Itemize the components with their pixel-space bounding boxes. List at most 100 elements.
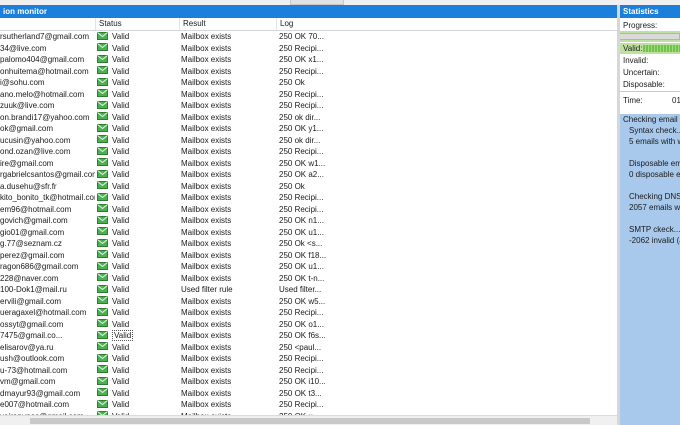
row-email: u-73@hotmail.com <box>0 365 68 375</box>
column-email-header[interactable] <box>0 18 95 30</box>
statistics-log-line: SMTP ckeck... <box>629 225 680 234</box>
table-row[interactable]: elisarov@ya.ru Valid Mailbox exists 250 <pa… <box>0 342 617 354</box>
row-status-text: Valid <box>112 204 130 214</box>
envelope-check-icon <box>97 319 108 328</box>
envelope-check-icon <box>97 112 108 121</box>
envelope-check-icon <box>97 158 108 167</box>
table-row[interactable]: gio01@gmail.com Valid Mailbox exists 250 OK… <box>0 227 617 239</box>
horizontal-scrollbar[interactable] <box>0 415 617 425</box>
row-email: em96@hotmail.com <box>0 204 72 214</box>
row-status: Valid <box>97 31 177 43</box>
row-email: ire@gmail.com <box>0 158 54 168</box>
column-status-header[interactable]: Status <box>95 18 179 30</box>
statistics-log-line: Checking DNS... <box>629 192 680 201</box>
envelope-check-icon <box>97 388 108 397</box>
table-row[interactable]: 100-Dok1@mail.ru Valid Used filter rule Use… <box>0 284 617 296</box>
table-row[interactable]: dmayur93@gmail.com Valid Mailbox exists 250… <box>0 388 617 400</box>
row-status-text: Valid <box>112 319 130 329</box>
row-log: 250 OK t-n... <box>279 273 325 283</box>
row-status-text: Valid <box>112 78 130 88</box>
table-row[interactable]: ragon686@gmail.com Valid Mailbox exists 250… <box>0 261 617 273</box>
table-row[interactable]: vm@gmail.com Valid Mailbox exists 250 OK i1… <box>0 376 617 388</box>
row-log: 250 OK n1... <box>279 216 324 225</box>
table-row[interactable]: perez@gmail.com Valid Mailbox exists 250 OK… <box>0 250 617 262</box>
table-row[interactable]: ano.melo@hotmail.com Valid Mailbox exists 2… <box>0 89 617 101</box>
row-result: Mailbox exists <box>181 193 232 202</box>
table-row[interactable]: ucusin@yahoo.com Valid Mailbox exists 250 o… <box>0 135 617 147</box>
row-status-text: Valid <box>112 43 130 53</box>
row-status: Valid <box>97 388 177 400</box>
progress-bar-track <box>620 33 680 40</box>
table-row[interactable]: g.77@seznam.cz Valid Mailbox exists 250 Ok … <box>0 238 617 250</box>
row-log: 250 Recipi... <box>279 193 324 202</box>
row-status: Valid <box>97 399 177 411</box>
envelope-check-icon <box>97 238 108 247</box>
table-row[interactable]: u-73@hotmail.com Valid Mailbox exists 250 R… <box>0 365 617 377</box>
table-row[interactable]: rsutherland7@gmail.com Valid Mailbox exist… <box>0 31 617 43</box>
table-row[interactable]: palomo404@gmail.com Valid Mailbox exists 25… <box>0 54 617 66</box>
table-row[interactable]: on.brandi17@yahoo.com Valid Mailbox exists… <box>0 112 617 124</box>
row-log: 250 OK t3... <box>279 388 322 398</box>
table-row[interactable]: ok@gmail.com Valid Mailbox exists 250 OK y1… <box>0 123 617 135</box>
statistics-summary: Progress: Valid: Invalid: Uncertain: Dis… <box>620 18 680 114</box>
row-status-text: Valid <box>112 112 130 122</box>
table-row[interactable]: ervili@gmail.com Valid Mailbox exists 250 O… <box>0 296 617 308</box>
table-row[interactable]: rgabrielcsantos@gmail.com Valid Mailbox ex… <box>0 169 617 181</box>
table-row[interactable]: ire@gmail.com Valid Mailbox exists 250 OK w… <box>0 158 617 170</box>
table-row[interactable]: zuuk@live.com Valid Mailbox exists 250 Reci… <box>0 100 617 112</box>
table-row[interactable]: kito_bonito_tk@hotmail.com Valid Mailbox e… <box>0 192 617 204</box>
row-result: Mailbox exists <box>181 273 232 283</box>
table-row[interactable]: onhuitema@hotmail.com Valid Mailbox exists… <box>0 66 617 78</box>
row-email: vm@gmail.com <box>0 377 56 386</box>
table-row[interactable]: e007@hotmail.com Valid Mailbox exists 250 R… <box>0 399 617 411</box>
row-email: rgabrielcsantos@gmail.com <box>0 170 95 179</box>
row-status: Valid <box>97 181 177 193</box>
table-row[interactable]: ush@outlook.com Valid Mailbox exists 250 Re… <box>0 353 617 365</box>
row-log: 250 Recipi... <box>279 308 324 317</box>
table-row[interactable]: i@sohu.com Valid Mailbox exists 250 Ok <box>0 77 617 89</box>
row-log: 250 OK 70... <box>279 32 324 41</box>
table-row[interactable]: em96@hotmail.com Valid Mailbox exists 250 R… <box>0 204 617 216</box>
row-result: Mailbox exists <box>181 55 232 64</box>
row-result: Mailbox exists <box>181 262 232 271</box>
row-status-text: Valid <box>112 135 130 145</box>
row-log: 250 OK i10... <box>279 377 326 386</box>
table-row[interactable]: 7475@gmail.co... Valid Mailbox exists 250 O… <box>0 330 617 342</box>
row-status: Valid <box>97 77 177 89</box>
row-email: ucusin@yahoo.com <box>0 135 71 145</box>
statistics-panel: Statistics Progress: Valid: Invalid: Unc… <box>620 5 680 425</box>
envelope-check-icon <box>97 89 108 98</box>
row-email: ush@outlook.com <box>0 354 65 363</box>
row-status: Valid <box>97 250 177 262</box>
row-status: Valid <box>97 146 177 158</box>
row-result: Mailbox exists <box>181 170 232 179</box>
row-log: 250 OK w5... <box>279 296 326 306</box>
table-row[interactable]: 34@live.com Valid Mailbox exists 250 Recipi… <box>0 43 617 55</box>
row-log: 250 OK u1... <box>279 227 324 237</box>
row-log: 250 OK y1... <box>279 124 324 133</box>
row-email: govich@gmail.com <box>0 216 68 225</box>
envelope-check-icon <box>97 227 108 236</box>
row-status: Valid <box>97 169 177 181</box>
envelope-check-icon <box>97 273 108 282</box>
scrollbar-thumb[interactable] <box>30 418 590 424</box>
row-log: 250 Recipi... <box>279 89 324 99</box>
row-result: Used filter rule <box>181 285 233 294</box>
column-log-header[interactable]: Log <box>276 18 617 30</box>
table-row[interactable]: govich@gmail.com Valid Mailbox exists 250 O… <box>0 215 617 227</box>
row-log: 250 ok dir... <box>279 112 321 122</box>
table-row[interactable]: a.dusehu@sfr.fr Valid Mailbox exists 250 Ok <box>0 181 617 193</box>
table-row[interactable]: 228@naver.com Valid Mailbox exists 250 OK t… <box>0 273 617 285</box>
row-status: Valid <box>97 100 177 112</box>
column-result-header[interactable]: Result <box>179 18 276 30</box>
table-row[interactable]: ossyt@gmail.com Valid Mailbox exists 250 OK… <box>0 319 617 331</box>
row-log: 250 Recipi... <box>279 365 324 375</box>
row-email: ond.ozan@live.com <box>0 147 71 156</box>
row-status: Valid <box>97 215 177 227</box>
row-email: zuuk@live.com <box>0 101 55 110</box>
row-email: 34@live.com <box>0 43 47 53</box>
row-status: Valid <box>97 353 177 365</box>
table-row[interactable]: ueragaxel@hotmail.com Valid Mailbox exists… <box>0 307 617 319</box>
column-header: Status Result Log <box>0 18 617 31</box>
table-row[interactable]: ond.ozan@live.com Valid Mailbox exists 250 … <box>0 146 617 158</box>
